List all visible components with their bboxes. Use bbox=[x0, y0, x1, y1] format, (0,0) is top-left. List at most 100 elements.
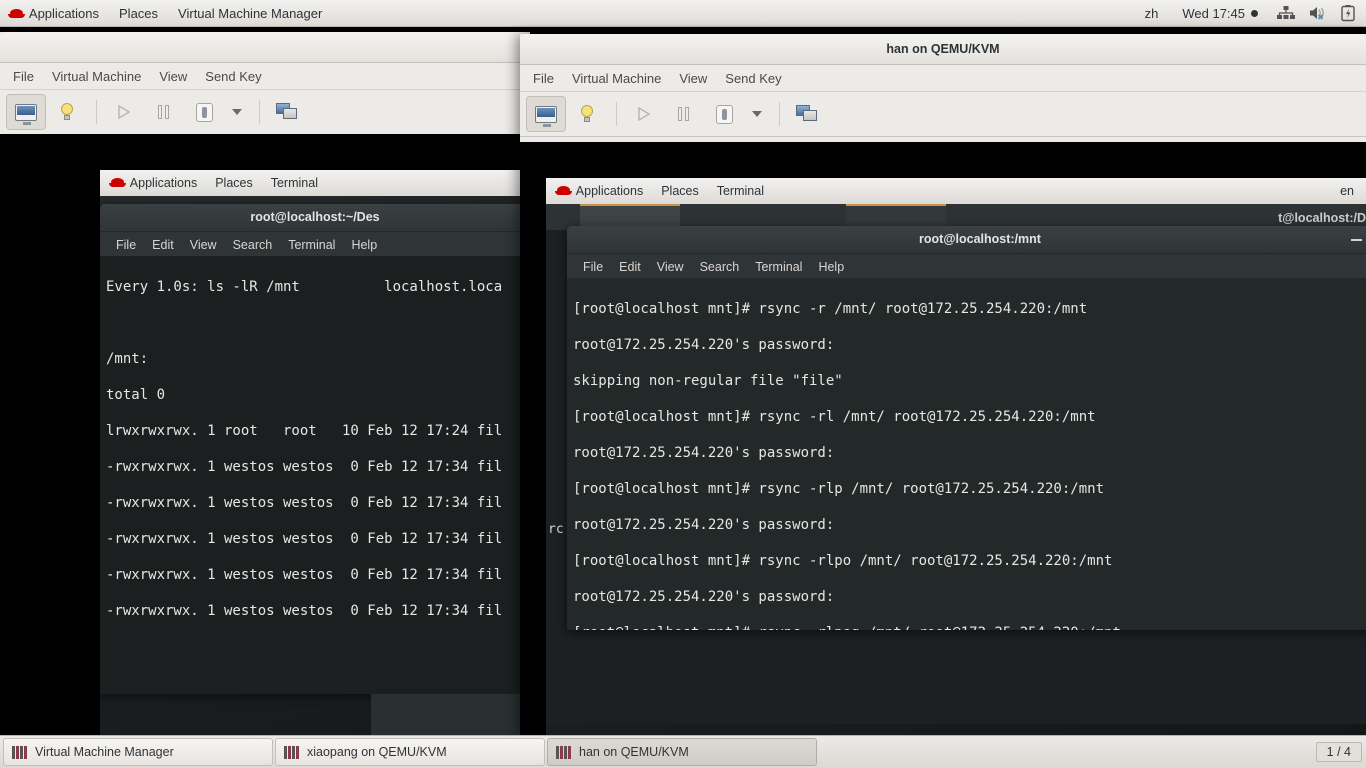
terminal-title: root@localhost:/mnt bbox=[919, 232, 1041, 246]
play-icon bbox=[118, 104, 131, 120]
monitor-icon bbox=[535, 105, 557, 127]
vmm-titlebar-han[interactable]: han on QEMU/KVM bbox=[520, 34, 1366, 65]
details-view-button[interactable] bbox=[568, 97, 606, 131]
menu-file[interactable]: File bbox=[524, 66, 563, 91]
terminal-window-han[interactable]: root@localhost:/mnt File Edit View Searc… bbox=[567, 226, 1366, 630]
guest-terminal-menu[interactable]: Terminal bbox=[708, 179, 773, 204]
taskbar-item-vmm[interactable]: Virtual Machine Manager bbox=[3, 738, 273, 766]
menu-file[interactable]: File bbox=[4, 64, 43, 89]
battery-icon[interactable] bbox=[1339, 4, 1361, 22]
console-view-button[interactable] bbox=[526, 96, 566, 132]
vmm-toolbar-xiaopang bbox=[0, 90, 530, 135]
menu-virtual-machine[interactable]: Virtual Machine bbox=[43, 64, 150, 89]
guest-places-menu[interactable]: Places bbox=[206, 171, 262, 196]
menu-view[interactable]: View bbox=[670, 66, 716, 91]
shutdown-button[interactable] bbox=[705, 97, 743, 131]
terminal-menu-help[interactable]: Help bbox=[810, 255, 852, 279]
menu-send-key[interactable]: Send Key bbox=[716, 66, 790, 91]
run-button[interactable] bbox=[105, 95, 143, 129]
host-taskbar: Virtual Machine Manager xiaopang on QEMU… bbox=[0, 735, 1366, 768]
workspace-indicator[interactable]: 1 / 4 bbox=[1315, 742, 1362, 762]
terminal-menu-search[interactable]: Search bbox=[225, 233, 281, 257]
guest-applications-label: Applications bbox=[129, 175, 198, 190]
terminal-output-han[interactable]: [root@localhost mnt]# rsync -r /mnt/ roo… bbox=[567, 278, 1366, 630]
terminal-line: -rwxrwxrwx. 1 westos westos 0 Feb 12 17:… bbox=[106, 531, 503, 547]
terminal-line: -rwxrwxrwx. 1 westos westos 0 Feb 12 17:… bbox=[106, 603, 503, 619]
battery-icon-svg bbox=[1341, 5, 1355, 22]
terminal-window-controls bbox=[1351, 226, 1366, 253]
menu-view[interactable]: View bbox=[150, 64, 196, 89]
terminal-menu-edit[interactable]: Edit bbox=[611, 255, 649, 279]
applications-menu[interactable]: Applications bbox=[0, 1, 109, 26]
host-top-panel: Applications Places Virtual Machine Mana… bbox=[0, 0, 1366, 27]
guest-screen-han[interactable]: Applications Places Terminal en t@localh… bbox=[520, 142, 1366, 736]
minimize-button[interactable] bbox=[1351, 238, 1362, 241]
host-panel-right: zh Wed 17:45 bbox=[1137, 1, 1366, 26]
vmm-titlebar-xiaopang[interactable] bbox=[0, 32, 530, 63]
terminal-menu-view[interactable]: View bbox=[182, 233, 225, 257]
clock-label: Wed 17:45 bbox=[1182, 5, 1245, 21]
guest-terminal-menu[interactable]: Terminal bbox=[262, 171, 327, 196]
terminal-menu-view[interactable]: View bbox=[649, 255, 692, 279]
run-button[interactable] bbox=[625, 97, 663, 131]
terminal-line: [root@localhost mnt]# rsync -rlp /mnt/ r… bbox=[573, 481, 1105, 497]
lightbulb-icon bbox=[61, 103, 73, 121]
vmm-window-icon bbox=[556, 745, 572, 759]
vmm-window-han[interactable]: han on QEMU/KVM File Virtual Machine Vie… bbox=[520, 34, 1366, 736]
play-icon bbox=[638, 106, 651, 122]
terminal-line: /mnt: bbox=[106, 351, 149, 367]
clock[interactable]: Wed 17:45 bbox=[1170, 1, 1270, 26]
terminal-window-xiaopang[interactable]: root@localhost:~/Des File Edit View Sear… bbox=[100, 204, 530, 694]
terminal-output-xiaopang[interactable]: Every 1.0s: ls -lR /mnt localhost.loca /… bbox=[100, 256, 530, 694]
pause-button[interactable] bbox=[145, 95, 183, 129]
snapshot-icon bbox=[276, 103, 298, 121]
terminal-menu-edit[interactable]: Edit bbox=[144, 233, 182, 257]
pause-button[interactable] bbox=[665, 97, 703, 131]
details-view-button[interactable] bbox=[48, 95, 86, 129]
guest-applications-menu[interactable]: Applications bbox=[100, 171, 206, 196]
terminal-menu-terminal[interactable]: Terminal bbox=[280, 233, 343, 257]
chevron-down-icon bbox=[752, 111, 762, 117]
console-view-button[interactable] bbox=[6, 94, 46, 130]
terminal-menu-help[interactable]: Help bbox=[343, 233, 385, 257]
snapshot-icon bbox=[796, 105, 818, 123]
shutdown-icon bbox=[195, 102, 213, 122]
terminal-menu-file[interactable]: File bbox=[575, 255, 611, 279]
vmm-window-icon bbox=[12, 745, 28, 759]
terminal-menu-search[interactable]: Search bbox=[692, 255, 748, 279]
terminal-line: -rwxrwxrwx. 1 westos westos 0 Feb 12 17:… bbox=[106, 495, 503, 511]
menu-virtual-machine[interactable]: Virtual Machine bbox=[563, 66, 670, 91]
active-app-menu[interactable]: Virtual Machine Manager bbox=[168, 1, 332, 26]
terminal-line: lrwxrwxrwx. 1 root root 10 Feb 12 17:24 … bbox=[106, 423, 503, 439]
guest-panel-han: Applications Places Terminal en bbox=[546, 178, 1366, 205]
terminal-menu-terminal[interactable]: Terminal bbox=[747, 255, 810, 279]
terminal-titlebar[interactable]: root@localhost:/mnt bbox=[567, 226, 1366, 254]
taskbar-item-han[interactable]: han on QEMU/KVM bbox=[547, 738, 817, 766]
redhat-logo-icon bbox=[555, 183, 573, 197]
shutdown-menu-button[interactable] bbox=[745, 97, 769, 131]
guest-screen-xiaopang[interactable]: Applications Places Terminal root@localh… bbox=[0, 134, 530, 736]
shutdown-menu-button[interactable] bbox=[225, 95, 249, 129]
snapshots-button[interactable] bbox=[268, 95, 306, 129]
places-menu[interactable]: Places bbox=[109, 1, 168, 26]
snapshots-button[interactable] bbox=[788, 97, 826, 131]
terminal-menu-file[interactable]: File bbox=[108, 233, 144, 257]
taskbar-item-label: han on QEMU/KVM bbox=[579, 745, 689, 759]
terminal-line: root@172.25.254.220's password: bbox=[573, 517, 835, 533]
guest-input-source-indicator[interactable]: en bbox=[1340, 184, 1366, 198]
guest-places-menu[interactable]: Places bbox=[652, 179, 708, 204]
taskbar-item-xiaopang[interactable]: xiaopang on QEMU/KVM bbox=[275, 738, 545, 766]
menu-send-key[interactable]: Send Key bbox=[196, 64, 270, 89]
terminal-titlebar[interactable]: root@localhost:~/Des bbox=[100, 204, 530, 232]
volume-muted-icon[interactable] bbox=[1307, 4, 1329, 22]
input-source-indicator[interactable]: zh bbox=[1137, 1, 1171, 26]
terminal-line: [root@localhost mnt]# rsync -rlpo /mnt/ … bbox=[573, 553, 1113, 569]
guest-applications-menu[interactable]: Applications bbox=[546, 179, 652, 204]
vmm-menubar-xiaopang: File Virtual Machine View Send Key bbox=[0, 63, 530, 90]
network-icon[interactable] bbox=[1275, 4, 1297, 22]
vmm-window-xiaopang[interactable]: File Virtual Machine View Send Key Appli… bbox=[0, 32, 530, 736]
terminal-menubar: File Edit View Search Terminal Help bbox=[100, 232, 530, 258]
terminal-line: Every 1.0s: ls -lR /mnt localhost.loca bbox=[106, 279, 503, 295]
network-icon-svg bbox=[1277, 6, 1295, 19]
shutdown-button[interactable] bbox=[185, 95, 223, 129]
